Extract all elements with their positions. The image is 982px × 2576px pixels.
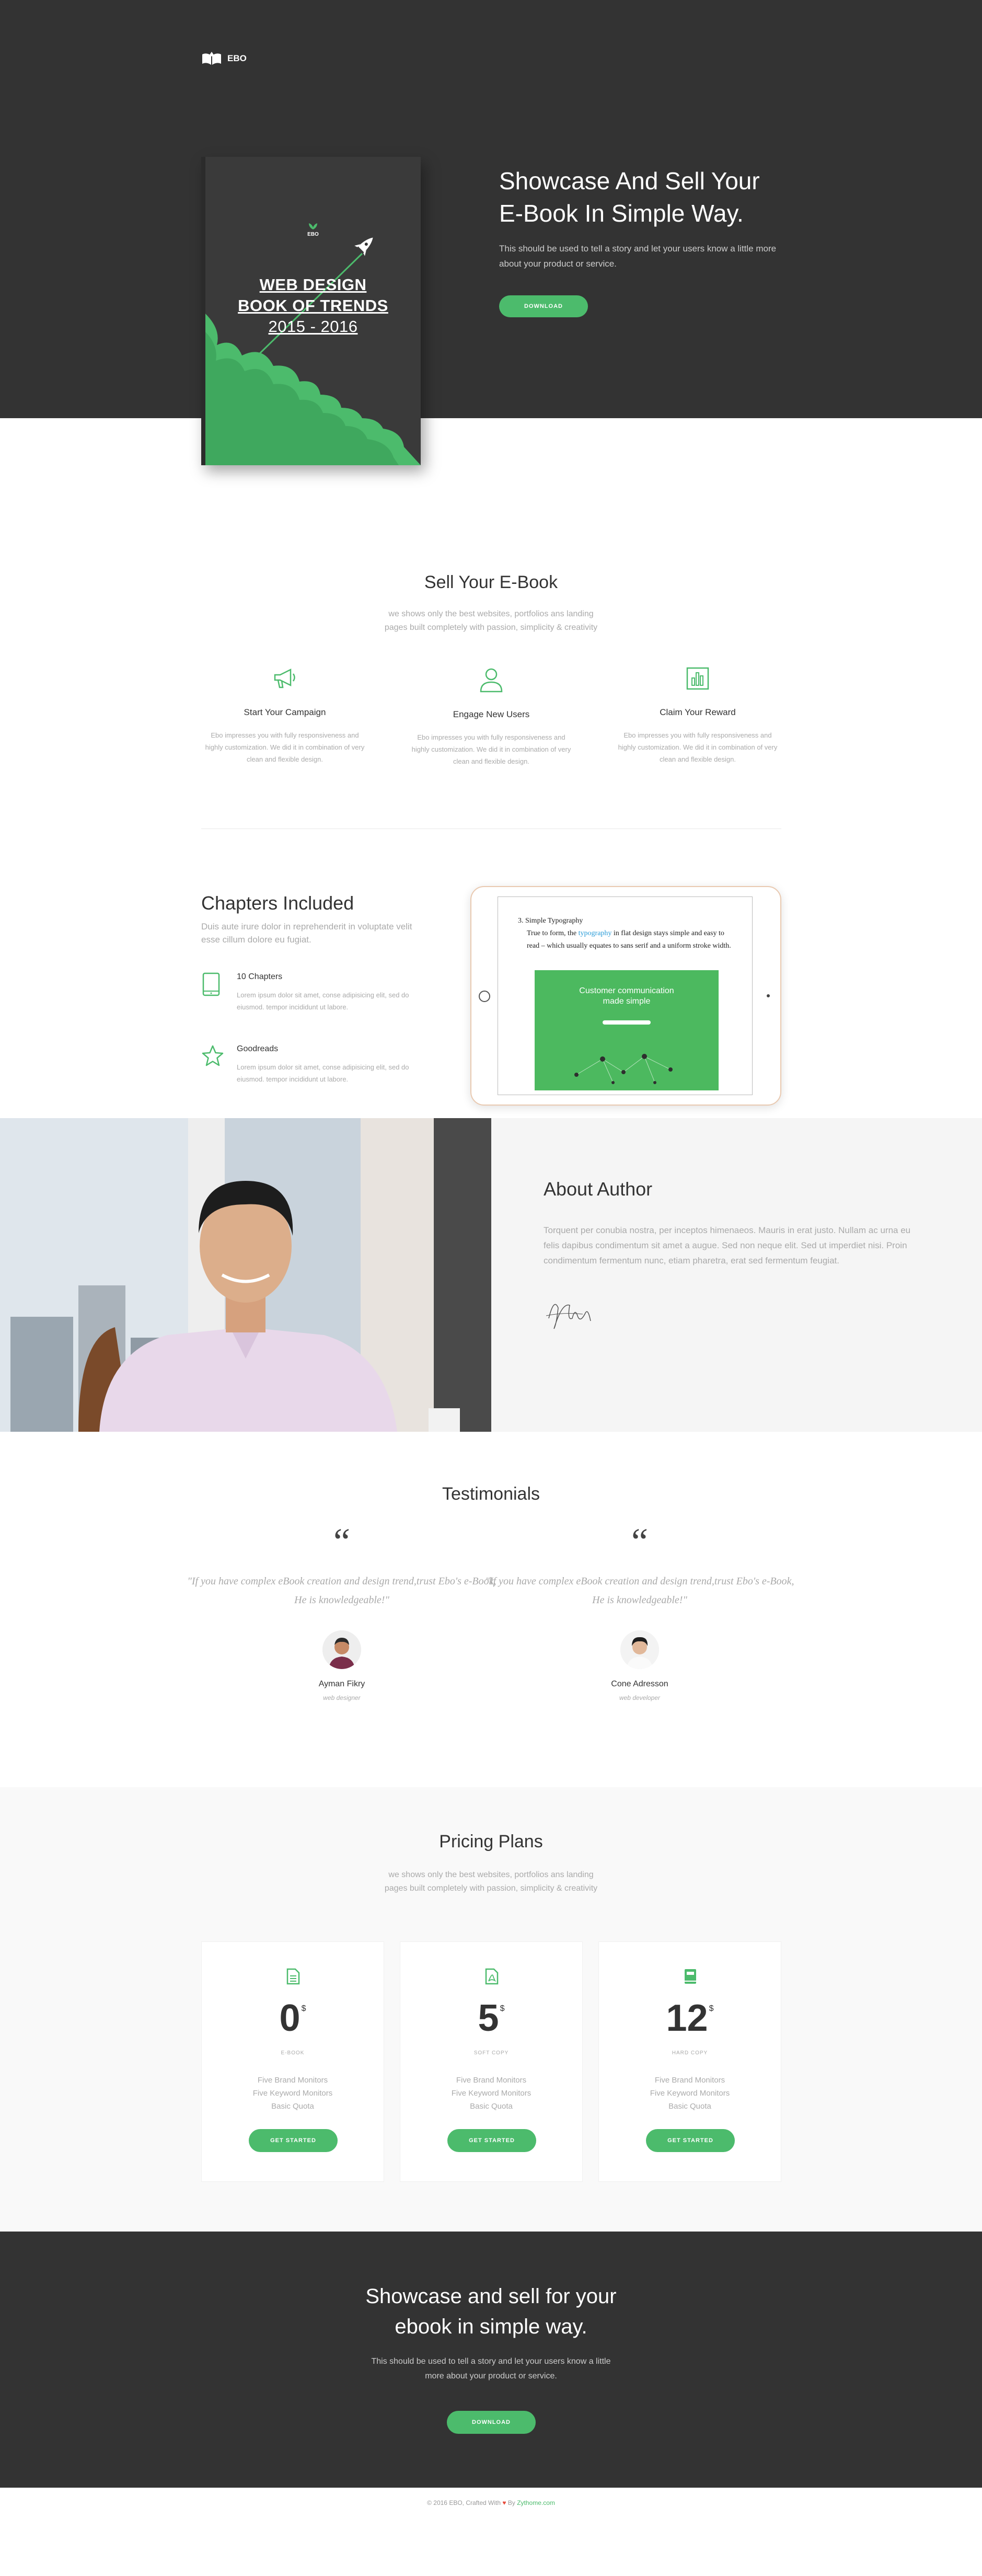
- chapters-section: Chapters Included Duis aute irure dolor …: [0, 831, 982, 1106]
- tablet-screen: 3. Simple Typography True to form, the t…: [498, 896, 753, 1095]
- author-title: About Author: [544, 1178, 653, 1200]
- footer-by: By: [507, 2499, 515, 2506]
- get-started-button[interactable]: GET STARTED: [447, 2129, 536, 2152]
- plan-name: SOFT COPY: [473, 2050, 509, 2056]
- cta-download-button[interactable]: DOWNLOAD: [447, 2411, 536, 2434]
- chapters-title: Chapters Included: [201, 892, 354, 914]
- pdf-icon: [485, 1968, 499, 1985]
- hero-download-button[interactable]: DOWNLOAD: [499, 295, 588, 317]
- book-brand: EBO: [205, 222, 421, 237]
- pricing-section: Pricing Plans we shows only the best web…: [0, 1787, 982, 2232]
- pricing-title: Pricing Plans: [439, 1832, 543, 1852]
- avatar: [620, 1630, 659, 1669]
- heart-icon: ♥: [502, 2499, 506, 2506]
- chart-icon: [686, 667, 709, 690]
- footer-author-link[interactable]: Zythome.com: [517, 2499, 555, 2506]
- megaphone-icon: [274, 668, 295, 688]
- feature-reward: Claim Your Reward Ebo impresses you with…: [614, 666, 781, 767]
- hero-text: Showcase And Sell Your E-Book In Simple …: [499, 165, 781, 271]
- author-photo: [0, 1118, 491, 1432]
- plan-name: HARD COPY: [672, 2050, 708, 2056]
- tablet-camera: [767, 994, 770, 997]
- hero-section: EBO EBO WEB DESIGN BOOK OF TRENDS 2015 -…: [0, 0, 982, 465]
- book-icon: [685, 1969, 696, 1984]
- footer-copyright: © 2016 EBO, Crafted With: [427, 2499, 501, 2506]
- plan-card-ebook: 0 $ E-BOOK Five Brand Monitors Five Keywo…: [201, 1941, 384, 2182]
- chapters-subtitle: Duis aute irure dolor in reprehenderit i…: [201, 922, 412, 945]
- cta-section: Showcase and sell for your ebook in simp…: [0, 2232, 982, 2488]
- logo[interactable]: EBO: [201, 51, 247, 66]
- logo-text: EBO: [227, 53, 247, 63]
- sell-section: Sell Your E-Book we shows only the best …: [0, 418, 982, 831]
- testimonial-text: "If you have complex eBook creation and …: [187, 1576, 496, 1606]
- testimonials-title: Testimonials: [442, 1484, 540, 1504]
- quote-icon: “: [333, 1521, 350, 1562]
- testimonial-name: Ayman Fikry: [318, 1680, 365, 1688]
- tablet-home-button: [479, 991, 490, 1002]
- screen-heading: 3. Simple Typography: [518, 917, 583, 925]
- user-icon: [480, 668, 503, 693]
- feature-campaign: Start Your Campaign Ebo impresses you wi…: [201, 666, 368, 767]
- document-icon: [286, 1968, 300, 1985]
- plan-name: E-BOOK: [281, 2050, 305, 2056]
- quote-icon: “: [631, 1521, 648, 1562]
- tablet-icon: [202, 972, 220, 996]
- hero-description: This should be used to tell a story and …: [499, 244, 777, 269]
- feature-list: Start Your Campaign Ebo impresses you wi…: [201, 666, 781, 767]
- plan-price: 12 $: [666, 1997, 714, 2039]
- testimonial-role: web designer: [323, 1694, 361, 1701]
- pricing-plans: 0 $ E-BOOK Five Brand Monitors Five Keywo…: [201, 1941, 781, 2182]
- cta-description: This should be used to tell a story and …: [371, 2357, 611, 2380]
- signature-image: [546, 1304, 591, 1329]
- hero-title: Showcase And Sell Your E-Book In Simple …: [499, 167, 760, 227]
- get-started-button[interactable]: GET STARTED: [249, 2129, 338, 2152]
- plan-price: 0 $: [279, 1997, 306, 2039]
- star-icon: [202, 1045, 224, 1066]
- feature-users: Engage New Users Ebo impresses you with …: [408, 666, 575, 767]
- cta-title: Showcase and sell for your ebook in simp…: [365, 2285, 617, 2338]
- testimonials-section: Testimonials “ "If you have complex eBoo…: [0, 1432, 982, 1787]
- testimonial-item: “ "If you have complex eBook creation an…: [483, 1521, 796, 1701]
- sell-subtitle: we shows only the best websites, portfol…: [384, 610, 598, 632]
- testimonial-text: "If you have complex eBook creation and …: [485, 1576, 794, 1606]
- screen-body: True to form, the typography in flat des…: [527, 929, 731, 950]
- plan-card-softcopy: 5 $ SOFT COPY Five Brand Monitors Five Ke…: [400, 1941, 583, 2182]
- testimonial-item: “ "If you have complex eBook creation an…: [185, 1521, 499, 1701]
- footer: © 2016 EBO, Crafted With ♥ By Zythome.co…: [0, 2488, 982, 2518]
- book-logo-icon: [202, 52, 221, 65]
- pricing-subtitle: we shows only the best websites, portfol…: [384, 1870, 598, 1893]
- tablet-preview: 3. Simple Typography True to form, the t…: [470, 886, 781, 1106]
- plan-price: 5 $: [478, 1997, 505, 2039]
- testimonial-name: Cone Adresson: [611, 1680, 668, 1688]
- screen-screenshot: Customer communication made simple: [535, 970, 719, 1090]
- get-started-button[interactable]: GET STARTED: [646, 2129, 735, 2152]
- screenshot-graph: [574, 1054, 673, 1084]
- plan-features: Five Brand Monitors Five Keyword Monitor…: [451, 2076, 532, 2111]
- author-section: About Author Torquent per conubia nostra…: [0, 1118, 982, 1432]
- plan-features: Five Brand Monitors Five Keyword Monitor…: [252, 2076, 333, 2111]
- testimonial-role: web developer: [619, 1694, 661, 1701]
- leaf-icon: [309, 223, 317, 229]
- plan-features: Five Brand Monitors Five Keyword Monitor…: [650, 2076, 730, 2111]
- plan-card-hardcopy: 12 $ HARD COPY Five Brand Monitors Five K…: [598, 1941, 781, 2182]
- avatar: [322, 1630, 361, 1669]
- author-bio: Torquent per conubia nostra, per incepto…: [544, 1225, 911, 1266]
- book-title: WEB DESIGN BOOK OF TRENDS 2015 - 2016: [238, 275, 388, 336]
- sell-title: Sell Your E-Book: [424, 572, 558, 592]
